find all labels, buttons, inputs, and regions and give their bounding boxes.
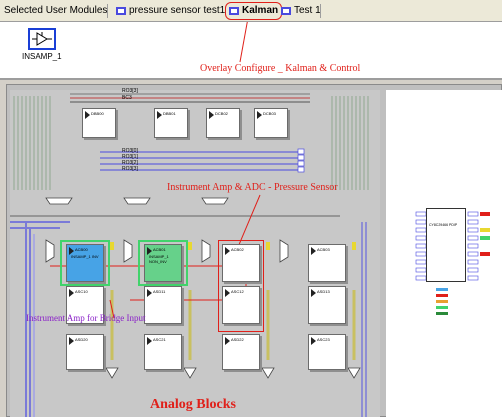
bus-label: RO3[3] [122, 166, 138, 172]
arrow-icon [147, 289, 152, 297]
arrow-icon [209, 111, 214, 119]
selected-modules-panel: INSAMP_1 Overlay Configure _ Kalman & Co… [0, 22, 502, 80]
analog-block[interactable]: ASD11 [144, 286, 182, 324]
left-grid-strip [13, 96, 51, 190]
arrow-icon [157, 111, 162, 119]
block-editor-area: RO3[3] BC3 RO3[0] RO3[1] RO3[2] RO3[3] D… [10, 88, 380, 417]
arrow-icon [311, 289, 316, 297]
tab-divider [320, 4, 321, 18]
arrow-icon [69, 289, 74, 297]
digital-block[interactable]: DCB03 [254, 108, 288, 138]
chip-package[interactable]: CY8C29466 PDIP [426, 208, 466, 282]
module-icon [116, 6, 126, 16]
instrument-adc-annotation: Instrument Amp & ADC - Pressure Sensor [167, 182, 338, 193]
right-grid-strip [331, 96, 369, 190]
arrow-icon [225, 337, 230, 345]
arrow-icon [257, 111, 262, 119]
module-icon [281, 6, 291, 16]
analog-block-placed[interactable]: ACB00 INSAMP_1 INV [66, 244, 104, 282]
chip-label: CY8C29466 PDIP [429, 223, 458, 227]
tab-label: pressure sensor test1 [129, 5, 226, 16]
tab-label: Kalman [242, 5, 279, 16]
pinout-panel: CY8C29466 PDIP [386, 90, 502, 417]
analog-block[interactable]: ASC21 [144, 334, 182, 370]
analog-blocks-annotation: Analog Blocks [150, 397, 236, 412]
analog-block-placed[interactable]: ACB01 INSAMP_1 NON_INV [144, 244, 182, 282]
analog-block[interactable]: ASD22 [222, 334, 260, 370]
tab-test-1[interactable]: Test 1 [281, 3, 321, 19]
arrow-icon [147, 337, 152, 345]
arrow-icon [85, 111, 90, 119]
bus-label: BC3 [122, 95, 132, 101]
tab-kalman[interactable]: Kalman [225, 2, 283, 20]
analog-block[interactable]: ACB03 [308, 244, 346, 282]
analog-block[interactable]: ASC12 [222, 286, 260, 324]
bus-label: RO3[3] [122, 88, 138, 94]
tab-label: Selected User Modules [4, 5, 108, 16]
tab-divider [107, 4, 108, 18]
digital-block[interactable]: DCB02 [206, 108, 240, 138]
module-icon [229, 6, 239, 16]
pin-legend [436, 288, 448, 315]
overlay-annotation: Overlay Configure _ Kalman & Control [200, 63, 361, 74]
arrow-icon [225, 289, 230, 297]
bridge-annotation: Instrument Amp for Bridge Input [26, 313, 146, 323]
arrow-icon [311, 247, 316, 255]
tab-pressure-sensor-test1[interactable]: pressure sensor test1 [116, 3, 225, 19]
analog-block[interactable]: ASD20 [66, 334, 104, 370]
tab-label: Test 1 [294, 5, 321, 16]
analog-block[interactable]: ASC23 [308, 334, 346, 370]
arrow-icon [311, 337, 316, 345]
tab-selected-user-modules[interactable]: Selected User Modules [4, 3, 107, 19]
tab-bar: Selected User Modules pressure sensor te… [0, 0, 502, 22]
digital-block[interactable]: DBB00 [82, 108, 116, 138]
arrow-icon [69, 337, 74, 345]
digital-block[interactable]: DBB01 [154, 108, 188, 138]
analog-block[interactable]: ASD13 [308, 286, 346, 324]
